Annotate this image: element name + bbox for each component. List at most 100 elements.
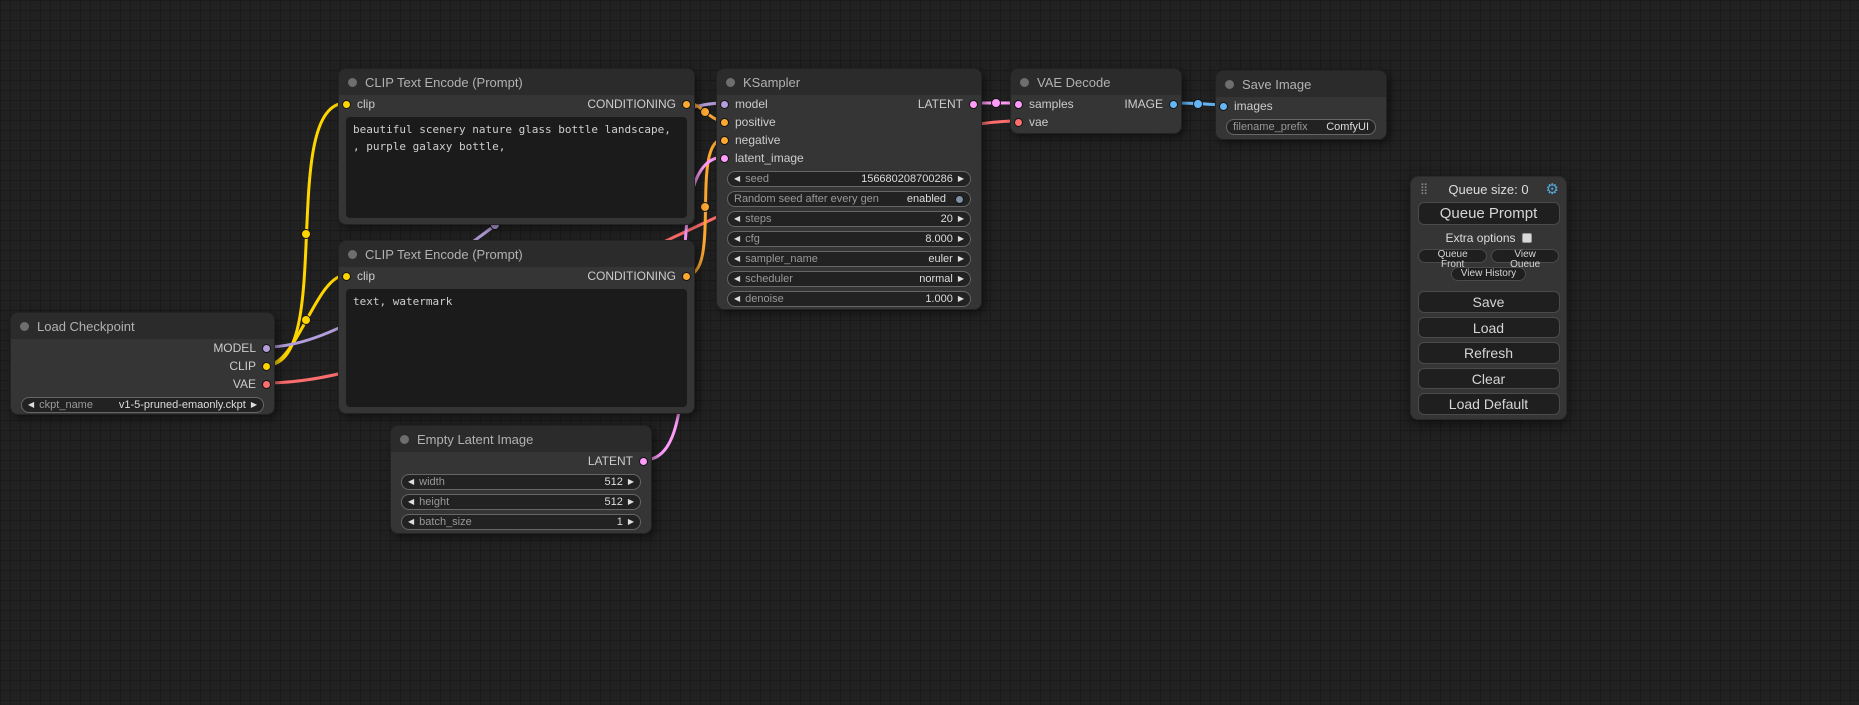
queue-front-button[interactable]: Queue Front bbox=[1418, 249, 1487, 263]
decrement-icon[interactable]: ◀ bbox=[734, 235, 740, 243]
collapse-dot-icon[interactable] bbox=[348, 250, 357, 259]
node-vae-decode[interactable]: VAE Decode samples IMAGE vae bbox=[1010, 68, 1182, 134]
input-slot-model[interactable]: model bbox=[720, 97, 768, 111]
increment-icon[interactable]: ▶ bbox=[958, 275, 964, 283]
increment-icon[interactable]: ▶ bbox=[628, 498, 634, 506]
output-port-vae[interactable] bbox=[262, 380, 271, 389]
input-slot-clip[interactable]: clip bbox=[342, 269, 375, 283]
node-empty-latent-image[interactable]: Empty Latent Image LATENT ◀ width 512 ▶ … bbox=[390, 425, 652, 534]
input-port-clip[interactable] bbox=[342, 100, 351, 109]
widget-height[interactable]: ◀ height 512 ▶ bbox=[401, 494, 641, 510]
increment-icon[interactable]: ▶ bbox=[628, 518, 634, 526]
increment-icon[interactable]: ▶ bbox=[958, 215, 964, 223]
widget-filename-prefix[interactable]: filename_prefix ComfyUI bbox=[1226, 119, 1376, 135]
output-port-conditioning[interactable] bbox=[682, 272, 691, 281]
prev-value-icon[interactable]: ◀ bbox=[28, 401, 34, 409]
widget-width[interactable]: ◀ width 512 ▶ bbox=[401, 474, 641, 490]
input-port-positive[interactable] bbox=[720, 118, 729, 127]
widget-cfg[interactable]: ◀ cfg 8.000 ▶ bbox=[727, 231, 971, 247]
decrement-icon[interactable]: ◀ bbox=[734, 295, 740, 303]
input-slot-images[interactable]: images bbox=[1219, 99, 1273, 113]
node-titlebar[interactable]: VAE Decode bbox=[1011, 69, 1181, 95]
node-ksampler[interactable]: KSampler model LATENT positive negative bbox=[716, 68, 982, 310]
widget-ckpt-name[interactable]: ◀ ckpt_name v1-5-pruned-emaonly.ckpt ▶ bbox=[21, 397, 264, 413]
node-titlebar[interactable]: Empty Latent Image bbox=[391, 426, 651, 452]
prompt-textarea[interactable]: beautiful scenery nature glass bottle la… bbox=[346, 117, 687, 218]
prompt-textarea[interactable]: text, watermark bbox=[346, 289, 687, 407]
node-titlebar[interactable]: KSampler bbox=[717, 69, 981, 95]
collapse-dot-icon[interactable] bbox=[20, 322, 29, 331]
clear-button[interactable]: Clear bbox=[1418, 368, 1560, 390]
collapse-dot-icon[interactable] bbox=[348, 78, 357, 87]
output-port-latent[interactable] bbox=[639, 457, 648, 466]
toggle-dot-icon[interactable] bbox=[955, 195, 964, 204]
node-save-image[interactable]: Save Image images filename_prefix ComfyU… bbox=[1215, 70, 1387, 140]
widget-seed[interactable]: ◀ seed 156680208700286 ▶ bbox=[727, 171, 971, 187]
input-slot-vae[interactable]: vae bbox=[1014, 115, 1048, 129]
output-port-model[interactable] bbox=[262, 344, 271, 353]
output-slot-latent[interactable]: LATENT bbox=[918, 97, 978, 111]
decrement-icon[interactable]: ◀ bbox=[734, 215, 740, 223]
input-port-samples[interactable] bbox=[1014, 100, 1023, 109]
decrement-icon[interactable]: ◀ bbox=[734, 175, 740, 183]
input-slot-clip[interactable]: clip bbox=[342, 97, 375, 111]
node-load-checkpoint[interactable]: Load Checkpoint MODEL CLIP VAE ◀ ckpt_na… bbox=[10, 312, 275, 415]
queue-prompt-button[interactable]: Queue Prompt bbox=[1418, 202, 1560, 226]
collapse-dot-icon[interactable] bbox=[1020, 78, 1029, 87]
drag-handle-icon[interactable]: ⣿ bbox=[1420, 182, 1428, 195]
node-titlebar[interactable]: CLIP Text Encode (Prompt) bbox=[339, 241, 694, 267]
input-slot-latent-image[interactable]: latent_image bbox=[720, 151, 804, 165]
increment-icon[interactable]: ▶ bbox=[958, 235, 964, 243]
next-value-icon[interactable]: ▶ bbox=[251, 401, 257, 409]
decrement-icon[interactable]: ◀ bbox=[408, 498, 414, 506]
input-port-vae[interactable] bbox=[1014, 118, 1023, 127]
node-titlebar[interactable]: CLIP Text Encode (Prompt) bbox=[339, 69, 694, 95]
output-slot-clip[interactable]: CLIP bbox=[229, 359, 271, 373]
output-port-image[interactable] bbox=[1169, 100, 1178, 109]
input-port-images[interactable] bbox=[1219, 102, 1228, 111]
output-slot-image[interactable]: IMAGE bbox=[1124, 97, 1178, 111]
collapse-dot-icon[interactable] bbox=[400, 435, 409, 444]
increment-icon[interactable]: ▶ bbox=[958, 175, 964, 183]
decrement-icon[interactable]: ◀ bbox=[408, 478, 414, 486]
increment-icon[interactable]: ▶ bbox=[958, 255, 964, 263]
output-port-conditioning[interactable] bbox=[682, 100, 691, 109]
node-titlebar[interactable]: Save Image bbox=[1216, 71, 1386, 97]
input-slot-negative[interactable]: negative bbox=[720, 133, 780, 147]
output-port-latent[interactable] bbox=[969, 100, 978, 109]
input-port-model[interactable] bbox=[720, 100, 729, 109]
decrement-icon[interactable]: ◀ bbox=[734, 275, 740, 283]
widget-scheduler[interactable]: ◀ scheduler normal ▶ bbox=[727, 271, 971, 287]
input-slot-samples[interactable]: samples bbox=[1014, 97, 1074, 111]
input-slot-positive[interactable]: positive bbox=[720, 115, 776, 129]
input-port-negative[interactable] bbox=[720, 136, 729, 145]
output-slot-model[interactable]: MODEL bbox=[213, 341, 271, 355]
load-button[interactable]: Load bbox=[1418, 317, 1560, 339]
input-port-clip[interactable] bbox=[342, 272, 351, 281]
decrement-icon[interactable]: ◀ bbox=[734, 255, 740, 263]
widget-steps[interactable]: ◀ steps 20 ▶ bbox=[727, 211, 971, 227]
node-titlebar[interactable]: Load Checkpoint bbox=[11, 313, 274, 339]
widget-sampler-name[interactable]: ◀ sampler_name euler ▶ bbox=[727, 251, 971, 267]
view-history-button[interactable]: View History bbox=[1451, 267, 1526, 281]
collapse-dot-icon[interactable] bbox=[726, 78, 735, 87]
node-graph-canvas[interactable]: Load Checkpoint MODEL CLIP VAE ◀ ckpt_na… bbox=[0, 0, 1859, 705]
collapse-dot-icon[interactable] bbox=[1225, 80, 1234, 89]
output-slot-conditioning[interactable]: CONDITIONING bbox=[587, 97, 691, 111]
output-slot-vae[interactable]: VAE bbox=[233, 377, 271, 391]
extra-options-checkbox[interactable] bbox=[1522, 233, 1532, 243]
widget-batch-size[interactable]: ◀ batch_size 1 ▶ bbox=[401, 514, 641, 530]
save-button[interactable]: Save bbox=[1418, 291, 1560, 313]
node-clip-text-encode-negative[interactable]: CLIP Text Encode (Prompt) clip CONDITION… bbox=[338, 240, 695, 414]
widget-random-seed[interactable]: Random seed after every gen enabled bbox=[727, 191, 971, 207]
view-queue-button[interactable]: View Queue bbox=[1491, 249, 1559, 263]
increment-icon[interactable]: ▶ bbox=[628, 478, 634, 486]
input-port-latent-image[interactable] bbox=[720, 154, 729, 163]
refresh-button[interactable]: Refresh bbox=[1418, 342, 1560, 364]
output-slot-conditioning[interactable]: CONDITIONING bbox=[587, 269, 691, 283]
output-port-clip[interactable] bbox=[262, 362, 271, 371]
decrement-icon[interactable]: ◀ bbox=[408, 518, 414, 526]
output-slot-latent[interactable]: LATENT bbox=[588, 454, 648, 468]
node-clip-text-encode-positive[interactable]: CLIP Text Encode (Prompt) clip CONDITION… bbox=[338, 68, 695, 225]
load-default-button[interactable]: Load Default bbox=[1418, 393, 1560, 415]
